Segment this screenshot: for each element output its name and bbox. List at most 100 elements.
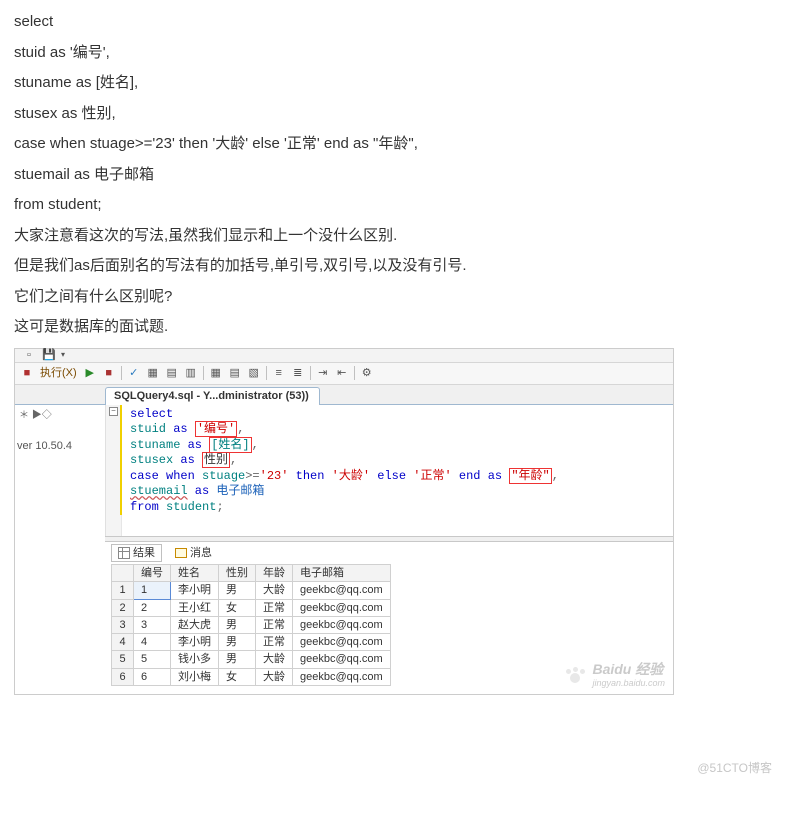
article-paragraph: 但是我们as后面别名的写法有的加括号,单引号,双引号,以及没有引号. (14, 252, 802, 281)
col-email[interactable]: 电子邮箱 (293, 564, 391, 581)
table-header-row: 编号 姓名 性别 年龄 电子邮箱 (112, 564, 391, 581)
execute-button[interactable]: 执行(X) (38, 366, 79, 380)
table-row[interactable]: 3 3 赵大虎 男 正常 geekbc@qq.com (112, 616, 391, 633)
col-id[interactable]: 编号 (134, 564, 171, 581)
results-tab-label: 结果 (133, 546, 155, 560)
parse-icon[interactable]: ✓ (126, 365, 142, 381)
code-keyword: end as (452, 469, 510, 483)
cell[interactable]: 赵大虎 (171, 616, 219, 633)
article-paragraph: 大家注意看这次的写法,虽然我们显示和上一个没什么区别. (14, 222, 802, 251)
cell[interactable]: 大龄 (256, 668, 293, 685)
table-row[interactable]: 2 2 王小红 女 正常 geekbc@qq.com (112, 599, 391, 616)
save-icon[interactable]: 💾 (41, 347, 57, 363)
results-tab[interactable]: 结果 (111, 544, 162, 562)
cell[interactable]: geekbc@qq.com (293, 599, 391, 616)
cell[interactable]: 3 (134, 616, 171, 633)
messages-tab[interactable]: 消息 (168, 544, 219, 562)
article-paragraph: case when stuage>='23' then '大龄' else '正… (14, 130, 802, 159)
article-paragraph: stuemail as 电子邮箱 (14, 161, 802, 190)
cell[interactable]: 男 (219, 582, 256, 599)
article-paragraph: 这可是数据库的面试题. (14, 313, 802, 342)
cell[interactable]: 刘小梅 (171, 668, 219, 685)
cell[interactable]: 男 (219, 616, 256, 633)
uncomment-icon[interactable]: ≣ (290, 365, 306, 381)
col-age[interactable]: 年龄 (256, 564, 293, 581)
code-symbol: , (230, 453, 237, 467)
code-field: stusex (130, 453, 180, 467)
cell[interactable]: 5 (112, 651, 134, 668)
results-grid-icon[interactable]: ▦ (208, 365, 224, 381)
col-sex[interactable]: 性别 (219, 564, 256, 581)
code-field: stuemail (130, 484, 188, 498)
options-icon[interactable]: ▥ (183, 365, 199, 381)
cell[interactable]: 3 (112, 616, 134, 633)
alias-bracket: [姓名] (209, 437, 251, 453)
cell[interactable]: 大龄 (256, 582, 293, 599)
sql-editor[interactable]: − select stuid as '编号', stuname as [姓名],… (105, 405, 673, 536)
cell[interactable]: 女 (219, 599, 256, 616)
cell[interactable]: 女 (219, 668, 256, 685)
cell[interactable]: 王小红 (171, 599, 219, 616)
table-row[interactable]: 4 4 李小明 男 正常 geekbc@qq.com (112, 634, 391, 651)
cell[interactable]: 大龄 (256, 651, 293, 668)
code-keyword: select (130, 407, 173, 421)
cell[interactable]: geekbc@qq.com (293, 651, 391, 668)
code-symbol: >= (245, 469, 259, 483)
cell[interactable]: 2 (134, 599, 171, 616)
code-symbol: , (252, 438, 259, 452)
code-keyword: else (370, 469, 413, 483)
cell[interactable]: 李小明 (171, 634, 219, 651)
outdent-icon[interactable]: ⇤ (334, 365, 350, 381)
code-symbol: , (552, 469, 559, 483)
results-file-icon[interactable]: ▧ (246, 365, 262, 381)
cell[interactable]: geekbc@qq.com (293, 668, 391, 685)
misc-icon[interactable]: ⚙ (359, 365, 375, 381)
col-name[interactable]: 姓名 (171, 564, 219, 581)
left-panel-fragment: ＊ ▶◇ (15, 407, 75, 424)
results-grid-icon (118, 547, 130, 559)
stop-debug-icon[interactable]: ■ (101, 365, 117, 381)
cell[interactable]: 男 (219, 651, 256, 668)
table-row[interactable]: 6 6 刘小梅 女 大龄 geekbc@qq.com (112, 668, 391, 685)
cell[interactable]: 正常 (256, 599, 293, 616)
article-paragraph: select (14, 8, 802, 37)
table-row[interactable]: 5 5 钱小多 男 大龄 geekbc@qq.com (112, 651, 391, 668)
file-tab[interactable]: SQLQuery4.sql - Y...dministrator (53)) (105, 387, 320, 404)
cell-selected[interactable]: 1 (134, 582, 171, 599)
cell[interactable]: 男 (219, 634, 256, 651)
code-field: stuname (130, 438, 188, 452)
cell[interactable]: 5 (134, 651, 171, 668)
indent-icon[interactable]: ⇥ (315, 365, 331, 381)
results-table[interactable]: 编号 姓名 性别 年龄 电子邮箱 1 1 李小明 男 大龄 geekbc@qq.… (111, 564, 391, 686)
cell[interactable]: geekbc@qq.com (293, 634, 391, 651)
cell[interactable]: geekbc@qq.com (293, 616, 391, 633)
messages-tab-label: 消息 (190, 546, 212, 560)
collapse-toggle-icon[interactable]: − (109, 407, 118, 416)
dropdown-icon[interactable]: ▾ (61, 350, 65, 360)
db-icon[interactable]: ▦ (145, 365, 161, 381)
code-keyword: case when (130, 469, 202, 483)
cto-watermark: @51CTO博客 (697, 757, 772, 780)
execution-toolbar: ■ 执行(X) ▶ ■ ✓ ▦ ▤ ▥ ▦ ▤ ▧ ≡ ≣ ⇥ ⇤ ⚙ (15, 363, 673, 385)
plan-icon[interactable]: ▤ (164, 365, 180, 381)
cell[interactable]: 正常 (256, 634, 293, 651)
alias-double-quote: "年龄" (509, 468, 551, 484)
cell[interactable]: 2 (112, 599, 134, 616)
cell[interactable]: 钱小多 (171, 651, 219, 668)
cell[interactable]: 6 (134, 668, 171, 685)
comment-icon[interactable]: ≡ (271, 365, 287, 381)
results-text-icon[interactable]: ▤ (227, 365, 243, 381)
cell[interactable]: 4 (134, 634, 171, 651)
cell[interactable]: 4 (112, 634, 134, 651)
cell[interactable]: 正常 (256, 616, 293, 633)
cell[interactable]: 李小明 (171, 582, 219, 599)
cell[interactable]: geekbc@qq.com (293, 582, 391, 599)
cell[interactable]: 1 (112, 582, 134, 599)
play-icon[interactable]: ▶ (82, 365, 98, 381)
code-string: '23' (260, 469, 289, 483)
col-rownum[interactable] (112, 564, 134, 581)
code-keyword: as (188, 484, 217, 498)
cell[interactable]: 6 (112, 668, 134, 685)
alias-single-quote: '编号' (195, 421, 237, 437)
table-row[interactable]: 1 1 李小明 男 大龄 geekbc@qq.com (112, 582, 391, 599)
